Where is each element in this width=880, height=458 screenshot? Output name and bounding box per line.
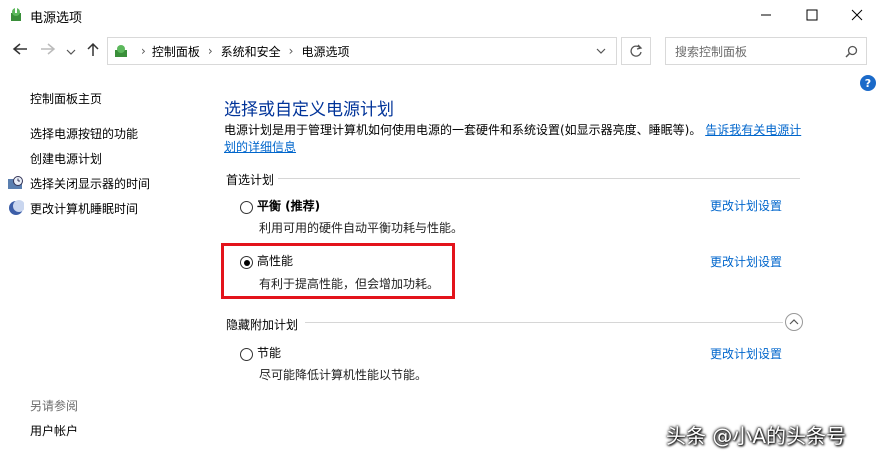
plan-radio-high-performance[interactable] (240, 256, 253, 269)
page-description: 电源计划是用于管理计算机如何使用电源的一套硬件和系统设置(如显示器亮度、睡眠等)… (224, 122, 804, 156)
plan-desc-power-saver: 尽可能降低计算机性能以节能。 (259, 368, 428, 382)
recent-dropdown[interactable] (66, 45, 76, 60)
clock-icon (8, 175, 24, 194)
moon-icon (8, 200, 25, 220)
maximize-icon (806, 9, 818, 21)
close-button[interactable] (834, 0, 880, 30)
sidebar-item-power-buttons[interactable]: 选择电源按钮的功能 (30, 125, 138, 142)
window-title: 电源选项 (30, 11, 83, 26)
change-plan-settings-power-saver[interactable]: 更改计划设置 (710, 345, 782, 362)
address-bar[interactable]: › 控制面板 › 系统和安全 › 电源选项 (107, 37, 617, 65)
description-text: 电源计划是用于管理计算机如何使用电源的一套硬件和系统设置(如显示器亮度、睡眠等)… (224, 123, 702, 137)
app-icon (8, 7, 24, 23)
plan-desc-balanced: 利用可用的硬件自动平衡功耗与性能。 (259, 221, 464, 235)
plan-name-high-performance[interactable]: 高性能 (257, 252, 293, 269)
minimize-icon (761, 14, 771, 16)
chevron-up-icon (789, 319, 799, 325)
watermark: 头条 @小A的头条号 (666, 424, 847, 448)
preferred-divider (278, 178, 800, 179)
plan-radio-balanced[interactable] (240, 201, 253, 214)
breadcrumb-item[interactable]: 电源选项 (301, 43, 349, 60)
chevron-down-icon (596, 48, 606, 54)
plan-name-balanced[interactable]: 平衡 (推荐) (257, 197, 320, 214)
forward-button[interactable] (40, 42, 56, 60)
up-button[interactable] (86, 42, 100, 60)
chevron-down-icon (66, 49, 76, 55)
page-title: 选择或自定义电源计划 (224, 100, 394, 120)
hidden-divider (305, 322, 783, 323)
maximize-button[interactable] (789, 0, 835, 30)
plan-desc-high-performance: 有利于提高性能，但会增加功耗。 (259, 277, 440, 291)
back-arrow-icon (12, 43, 27, 55)
change-plan-settings-high-performance[interactable]: 更改计划设置 (710, 253, 782, 270)
breadcrumb-item[interactable]: 系统和安全 (221, 43, 281, 60)
see-also-user-accounts[interactable]: 用户帐户 (30, 422, 78, 439)
help-icon[interactable]: ? (860, 75, 876, 91)
search-icon (845, 45, 858, 58)
forward-arrow-icon (41, 43, 56, 55)
change-plan-settings-balanced[interactable]: 更改计划设置 (710, 197, 782, 214)
plan-radio-power-saver[interactable] (240, 348, 253, 361)
see-also-title: 另请参阅 (30, 399, 79, 413)
plan-name-power-saver[interactable]: 节能 (257, 344, 281, 361)
collapse-hidden-plans-button[interactable] (785, 313, 803, 331)
close-icon (851, 9, 863, 21)
refresh-button[interactable] (621, 37, 651, 65)
back-button[interactable] (12, 42, 28, 60)
search-input[interactable]: 搜索控制面板 (665, 37, 867, 65)
sidebar-item-create-plan[interactable]: 创建电源计划 (30, 150, 102, 167)
address-dropdown[interactable] (596, 47, 606, 55)
refresh-icon (630, 44, 643, 57)
search-placeholder: 搜索控制面板 (675, 44, 748, 59)
control-panel-icon (113, 43, 129, 59)
sidebar-home-link[interactable]: 控制面板主页 (30, 90, 102, 107)
hidden-plans-title: 隐藏附加计划 (226, 318, 299, 332)
sidebar-item-display-off[interactable]: 选择关闭显示器的时间 (30, 175, 150, 192)
minimize-button[interactable] (743, 0, 789, 30)
breadcrumb-item[interactable]: 控制面板 (152, 43, 200, 60)
up-arrow-icon (87, 42, 99, 56)
sidebar-item-sleep[interactable]: 更改计算机睡眠时间 (30, 200, 138, 217)
preferred-plans-title: 首选计划 (226, 173, 275, 187)
